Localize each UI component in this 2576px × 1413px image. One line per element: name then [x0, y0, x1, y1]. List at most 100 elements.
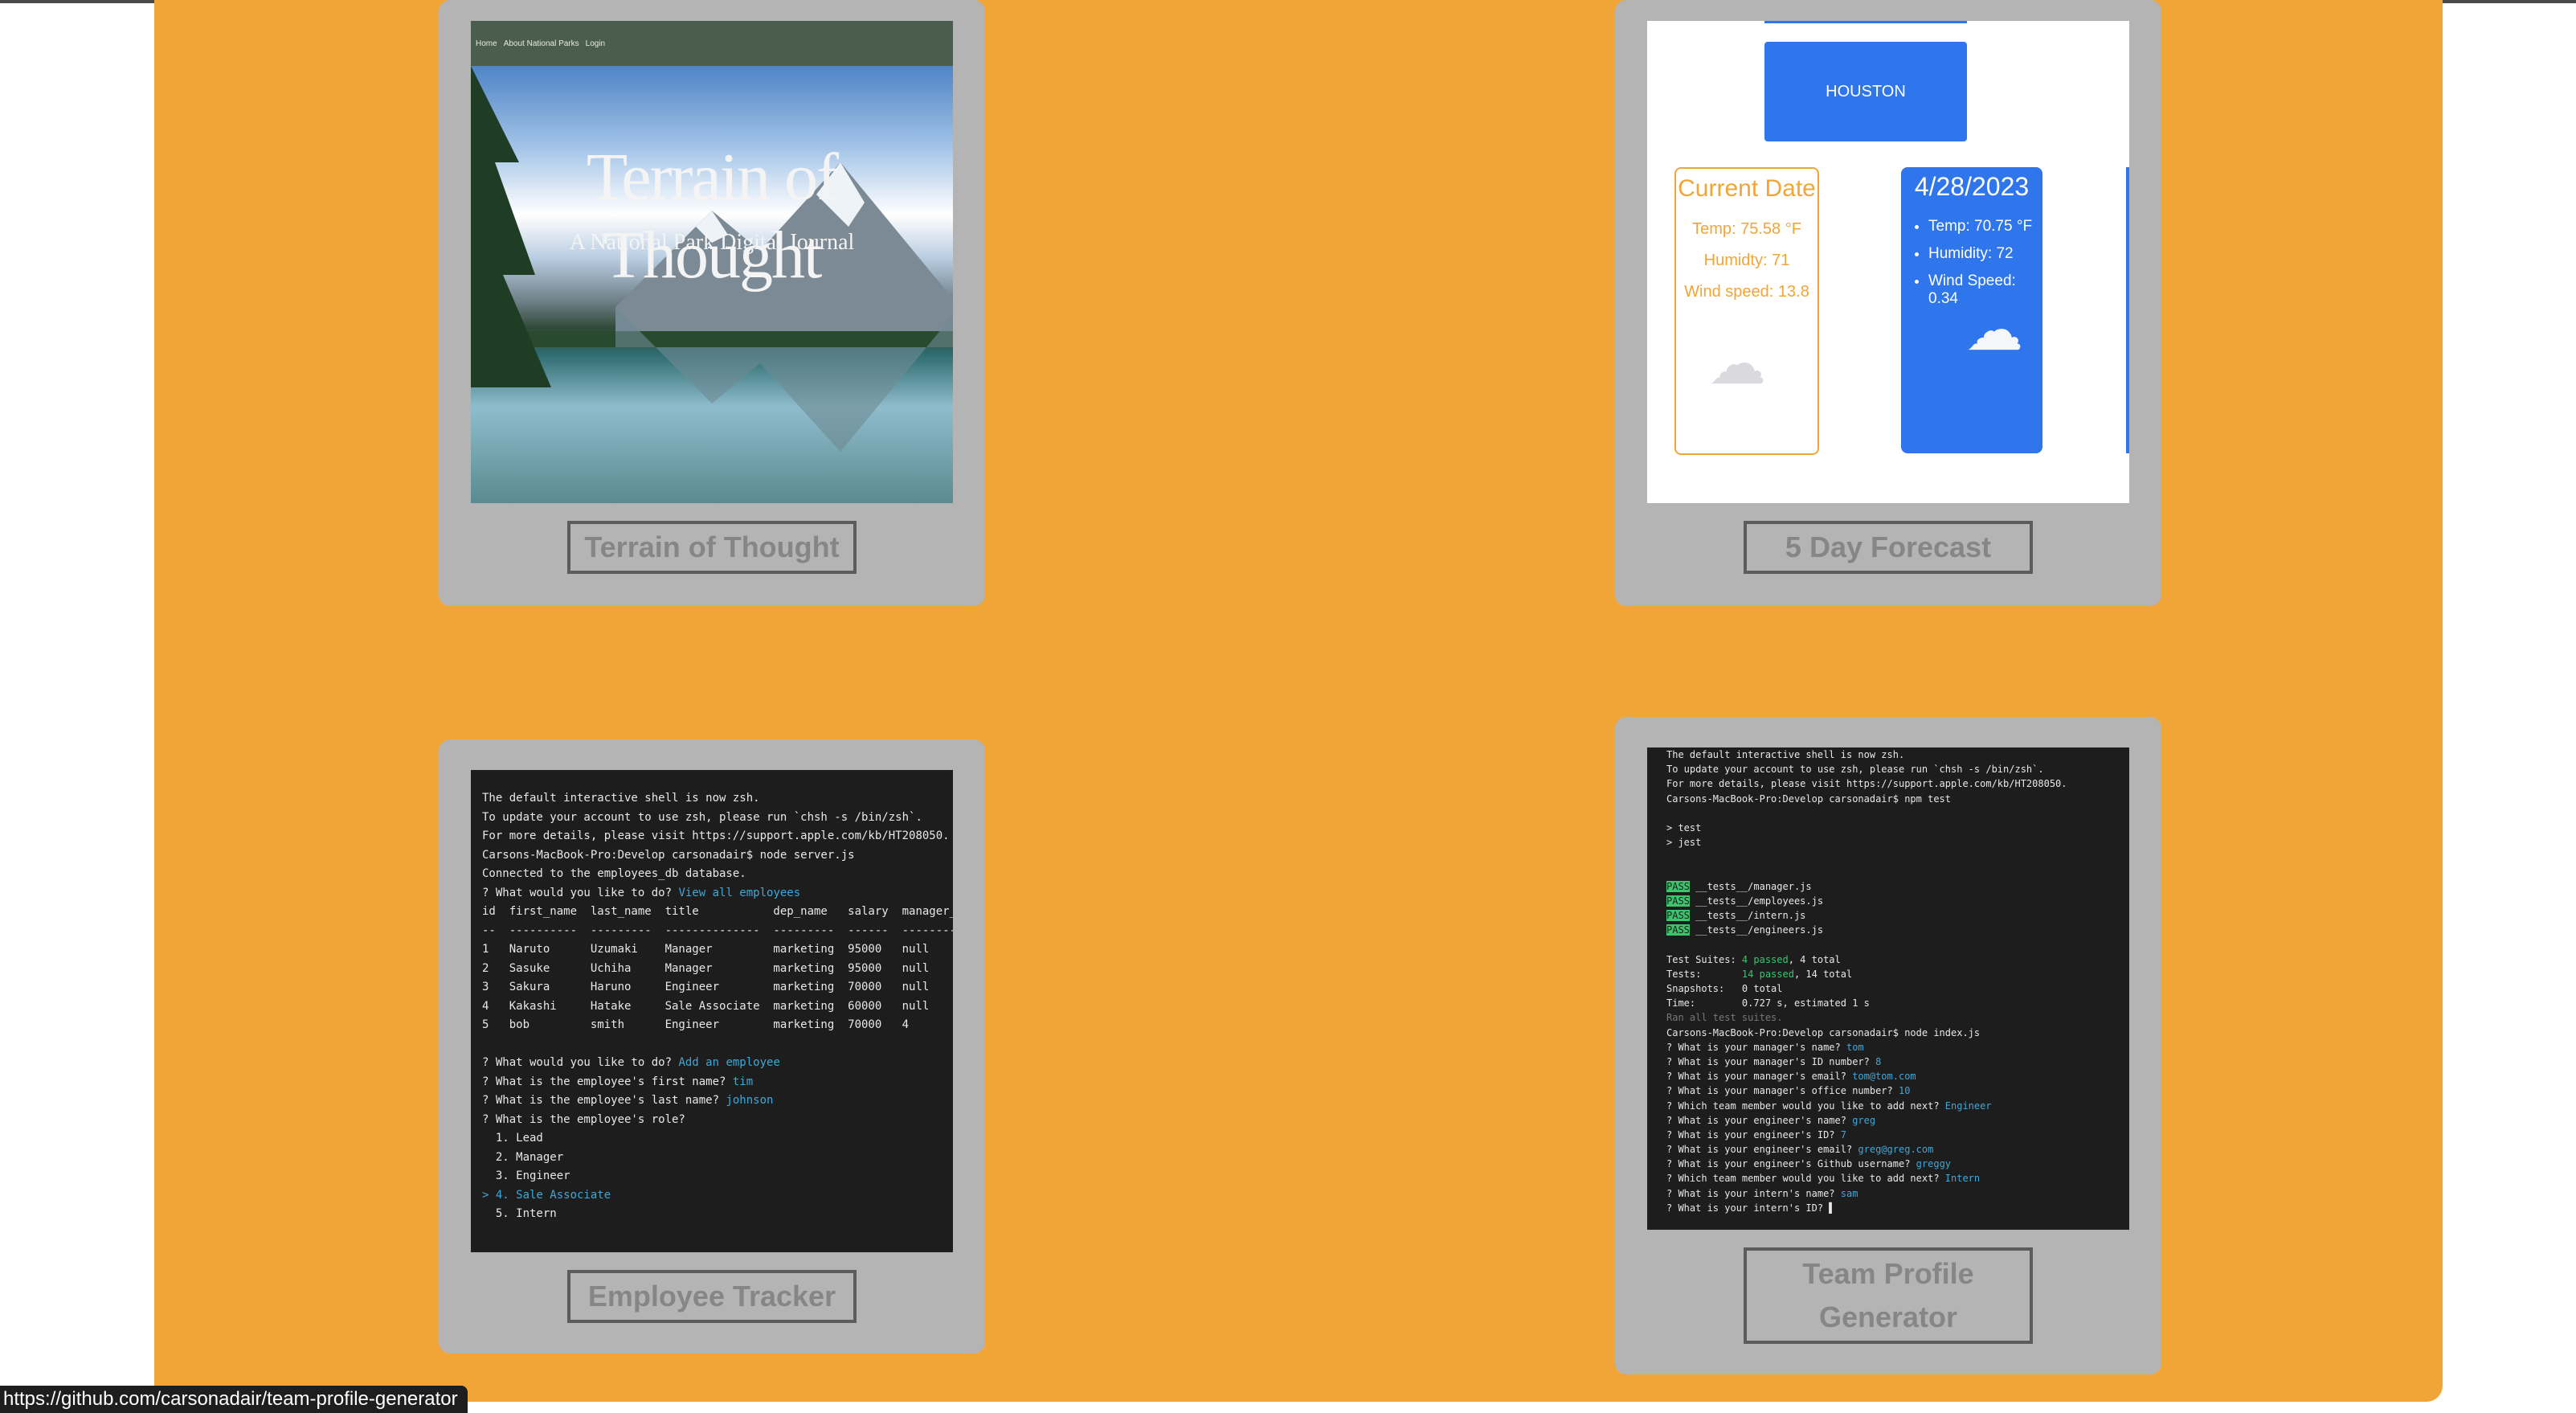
project-screenshot-forecast[interactable]: HOUSTON Current Date Temp: 75.58 °F Humi…	[1647, 21, 2129, 503]
terminal-line: > 4. Sale Associate	[482, 1186, 953, 1206]
terminal-answer: tim	[732, 1075, 754, 1088]
terrain-nav-bar: Home About National Parks Login	[471, 21, 953, 66]
portfolio-section: Home About National Parks Login Terrain …	[154, 0, 2443, 1402]
terminal-line: The default interactive shell is now zsh…	[482, 789, 953, 809]
project-screenshot-employee-tracker[interactable]: The default interactive shell is now zsh…	[471, 770, 953, 1252]
pass-badge: PASS	[1666, 924, 1690, 936]
terminal-answer: Add an employee	[678, 1056, 780, 1069]
terminal-text: ? What is your manager's name?	[1666, 1041, 1846, 1053]
terminal-text: Snapshots: 0 total	[1666, 983, 1783, 994]
terminal-text: For more details, please visit https://s…	[482, 829, 950, 842]
project-card-team-profile[interactable]: The default interactive shell is now zsh…	[1615, 717, 2161, 1374]
project-title-forecast[interactable]: 5 Day Forecast	[1744, 521, 2033, 574]
terminal-answer: johnson	[726, 1094, 774, 1107]
terminal-text: ? Which team member would you like to ad…	[1666, 1173, 1945, 1185]
terminal-line: PASS __tests__/employees.js	[1666, 894, 2129, 908]
next-forecast-card-edge	[2126, 167, 2129, 453]
terminal-answer: Intern	[1944, 1173, 1981, 1185]
terminal-line: The default interactive shell is now zsh…	[1666, 747, 2129, 762]
terminal-answer: 8	[1875, 1055, 1882, 1067]
terminal-text: > test	[1666, 821, 1702, 833]
project-card-forecast[interactable]: HOUSTON Current Date Temp: 75.58 °F Humi…	[1615, 0, 2161, 606]
terminal-text: __tests__/employees.js	[1689, 895, 1824, 907]
terminal-answer: tom	[1846, 1041, 1864, 1053]
terminal-text: The default interactive shell is now zsh…	[1666, 749, 1905, 760]
terminal-line: Ran all test suites.	[1666, 1010, 2129, 1025]
terminal-line: ? What is your engineer's Github usernam…	[1666, 1157, 2129, 1171]
forecast-temp: Temp: 70.75 °F	[1928, 218, 2042, 236]
terminal-line: ? What would you like to do? View all em…	[482, 884, 953, 903]
terminal-text: ? What is your engineer's ID?	[1666, 1128, 1841, 1141]
current-temp: Temp: 75.58 °F	[1692, 220, 1801, 238]
terminal-text: __tests__/manager.js	[1689, 880, 1812, 892]
terminal-text: ? What is the employee's first name?	[482, 1075, 733, 1088]
current-date-heading: Current Date	[1678, 175, 1816, 202]
terminal-text: Carsons-MacBook-Pro:Develop carsonadair$…	[1666, 793, 1952, 805]
terminal-line: PASS __tests__/engineers.js	[1666, 923, 2129, 937]
terminal-text: To update your account to use zsh, pleas…	[1666, 764, 2044, 776]
terminal-line: To update your account to use zsh, pleas…	[482, 809, 953, 828]
terminal-text: __tests__/intern.js	[1689, 910, 1806, 922]
terminal-line: 5. Intern	[482, 1205, 953, 1224]
terminal-answer: > 4. Sale Associate	[482, 1188, 611, 1202]
terminal-text: 2 Sasuke Uchiha Manager marketing 95000 …	[482, 961, 930, 975]
terminal-line: Carsons-MacBook-Pro:Develop carsonadair$…	[1666, 1026, 2129, 1040]
terminal-line: ? What is your manager's ID number? 8	[1666, 1055, 2129, 1069]
terminal-line: ? What is your engineer's name? greg	[1666, 1113, 2129, 1128]
terrain-nav-login: Login	[585, 39, 606, 48]
terrain-nav-about: About National Parks	[503, 39, 579, 48]
terminal-text: For more details, please visit https://s…	[1666, 778, 2067, 790]
terminal-answer: 10	[1898, 1085, 1911, 1097]
terminal-text: Carsons-MacBook-Pro:Develop carsonadair$…	[1666, 1026, 1981, 1038]
terrain-hero-image: Terrain of Thought A National Park Digit…	[471, 66, 953, 503]
terminal-answer: sam	[1840, 1187, 1858, 1199]
terminal-line: PASS __tests__/intern.js	[1666, 908, 2129, 923]
terrain-hero-subtitle: A National Park Digital Journal	[569, 230, 855, 255]
terminal-line: id first_name last_name title dep_name s…	[482, 903, 953, 922]
terminal-line: ? What is your manager's office number? …	[1666, 1083, 2129, 1098]
terrain-nav-home: Home	[476, 39, 497, 48]
terminal-line: PASS __tests__/manager.js	[1666, 879, 2129, 894]
project-title-team-profile[interactable]: Team Profile Generator	[1744, 1247, 2033, 1344]
project-screenshot-terrain[interactable]: Home About National Parks Login Terrain …	[471, 21, 953, 503]
terminal-line: ? What is your engineer's email? greg@gr…	[1666, 1142, 2129, 1157]
terminal-line: For more details, please visit https://s…	[1666, 776, 2129, 791]
terminal-text: ? What is your manager's office number?	[1666, 1085, 1899, 1097]
terminal-line: Connected to the employees_db database.	[482, 865, 953, 884]
terminal-line: 2 Sasuke Uchiha Manager marketing 95000 …	[482, 960, 953, 979]
terminal-line: Carsons-MacBook-Pro:Develop carsonadair$…	[482, 846, 953, 866]
terminal-text: Connected to the employees_db database.	[482, 867, 746, 880]
terminal-text: ? What is your engineer's name?	[1666, 1114, 1853, 1126]
terminal-text: ? What is the employee's role?	[482, 1112, 685, 1126]
current-humidity: Humidty: 71	[1703, 252, 1790, 269]
terminal-text: Time: 0.727 s, estimated 1 s	[1666, 997, 1870, 1010]
city-button-above	[1764, 21, 1967, 23]
terminal-pass-count: 4 passed	[1741, 953, 1789, 965]
terminal-line: ? What is the employee's role?	[482, 1111, 953, 1130]
terminal-line: 3. Engineer	[482, 1167, 953, 1186]
dark-cloud-icon: ☁	[1708, 332, 1766, 396]
terminal-line: 4 Kakashi Hatake Sale Associate marketin…	[482, 997, 953, 1017]
terminal-answer: greggy	[1916, 1158, 1952, 1170]
project-card-employee-tracker[interactable]: The default interactive shell is now zsh…	[439, 739, 985, 1354]
terminal-text: ? Which team member would you like to ad…	[1666, 1100, 1945, 1112]
terminal-text: 1 Naruto Uzumaki Manager marketing 95000…	[482, 943, 930, 956]
project-screenshot-team-profile[interactable]: The default interactive shell is now zsh…	[1647, 747, 2129, 1230]
terminal-text: ? What is your manager's email?	[1666, 1071, 1853, 1083]
project-title-terrain[interactable]: Terrain of Thought	[567, 521, 857, 574]
terminal-text: Carsons-MacBook-Pro:Develop carsonadair$…	[482, 848, 855, 862]
terminal-answer: greg@greg.com	[1858, 1144, 1934, 1156]
pass-badge: PASS	[1666, 880, 1690, 892]
project-card-terrain[interactable]: Home About National Parks Login Terrain …	[439, 0, 985, 606]
pass-badge: PASS	[1666, 910, 1690, 922]
terminal-answer: Engineer	[1944, 1100, 1992, 1112]
terrain-hero-title: Terrain of Thought	[586, 140, 839, 293]
terminal-text: ? What would you like to do?	[482, 1056, 679, 1069]
terminal-pass-count: 14 passed	[1741, 968, 1794, 980]
terminal-text: ? What is your intern's ID? ▌	[1666, 1202, 1835, 1214]
terminal-text: ? What would you like to do?	[482, 886, 679, 899]
project-title-employee-tracker[interactable]: Employee Tracker	[567, 1270, 857, 1323]
terminal-text: 5 bob smith Engineer marketing 70000 4	[482, 1018, 910, 1031]
